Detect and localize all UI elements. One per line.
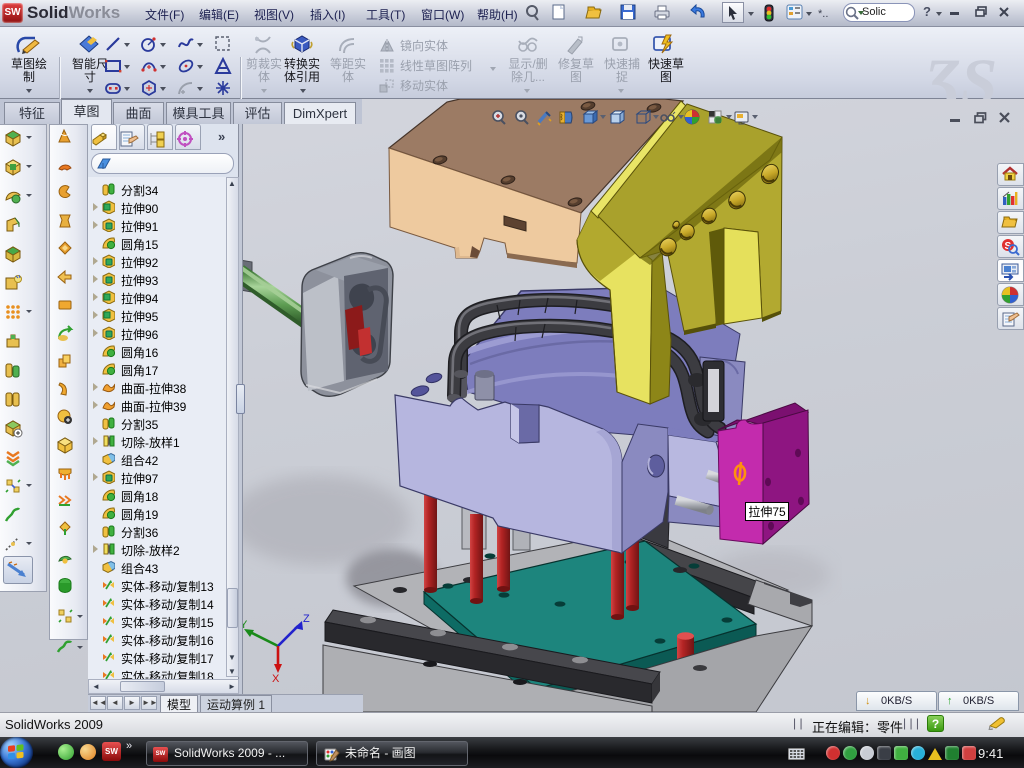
svg-text:Z: Z xyxy=(303,613,310,625)
svg-text:X: X xyxy=(272,673,280,685)
